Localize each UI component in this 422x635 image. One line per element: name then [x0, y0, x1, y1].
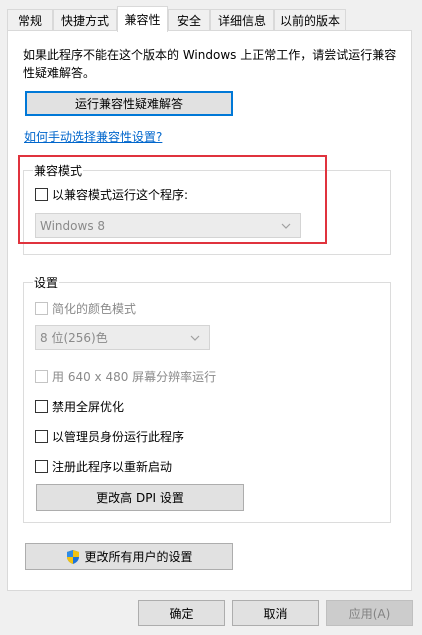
checkbox-box	[35, 430, 48, 443]
tab-details[interactable]: 详细信息	[210, 9, 274, 31]
change-dpi-button[interactable]: 更改高 DPI 设置	[36, 484, 244, 511]
tab-previous-versions[interactable]: 以前的版本	[274, 9, 346, 31]
tab-compatibility[interactable]: 兼容性	[117, 6, 168, 32]
button-label: 更改高 DPI 设置	[96, 491, 184, 505]
reduced-color-checkbox[interactable]: 简化的颜色模式	[35, 300, 136, 317]
tab-label: 兼容性	[124, 13, 161, 27]
checkbox-box	[35, 302, 48, 315]
register-restart-checkbox[interactable]: 注册此程序以重新启动	[35, 458, 172, 475]
disable-fullscreen-checkbox[interactable]: 禁用全屏优化	[35, 398, 124, 415]
select-value: 8 位(256)色	[40, 331, 108, 345]
res-640-checkbox[interactable]: 用 640 x 480 屏幕分辨率运行	[35, 368, 216, 385]
button-label: 应用(A)	[348, 606, 391, 621]
checkbox-box	[35, 370, 48, 383]
checkbox-box	[35, 400, 48, 413]
chevron-down-icon	[281, 223, 291, 229]
checkbox-label: 注册此程序以重新启动	[52, 460, 173, 474]
cancel-button[interactable]: 取消	[232, 600, 319, 626]
button-label: 取消	[263, 606, 288, 621]
button-label: 更改所有用户的设置	[84, 550, 193, 564]
tab-security[interactable]: 安全	[168, 9, 210, 31]
checkbox-label: 禁用全屏优化	[52, 400, 125, 414]
chevron-down-icon	[190, 335, 200, 341]
all-users-settings-button[interactable]: 更改所有用户的设置	[25, 543, 233, 570]
compat-description: 如果此程序不能在这个版本的 Windows 上正常工作，请尝试运行兼容性疑难解答…	[23, 48, 397, 80]
compat-os-select[interactable]: Windows 8	[35, 213, 301, 238]
checkbox-label: 简化的颜色模式	[52, 302, 137, 316]
ok-button[interactable]: 确定	[138, 600, 225, 626]
tab-label: 安全	[176, 14, 201, 28]
tab-label: 详细信息	[217, 14, 266, 28]
tab-label: 常规	[17, 14, 42, 28]
checkbox-label: 以管理员身份运行此程序	[52, 430, 185, 444]
run-as-admin-checkbox[interactable]: 以管理员身份运行此程序	[35, 428, 184, 445]
compat-mode-title: 兼容模式	[33, 162, 84, 179]
tab-general[interactable]: 常规	[7, 9, 53, 31]
manual-settings-link[interactable]: 如何手动选择兼容性设置?	[24, 128, 162, 145]
compat-mode-checkbox[interactable]: 以兼容模式运行这个程序:	[35, 186, 188, 203]
uac-shield-icon	[67, 549, 80, 564]
button-label: 确定	[169, 606, 194, 621]
checkbox-label: 以兼容模式运行这个程序:	[52, 188, 189, 202]
select-value: Windows 8	[40, 218, 106, 233]
settings-title: 设置	[33, 274, 60, 291]
run-troubleshooter-button[interactable]: 运行兼容性疑难解答	[25, 91, 233, 116]
tab-shortcut[interactable]: 快捷方式	[53, 9, 117, 31]
button-label: 运行兼容性疑难解答	[74, 97, 183, 111]
checkbox-box	[35, 188, 48, 201]
apply-button[interactable]: 应用(A)	[326, 600, 413, 626]
color-mode-select[interactable]: 8 位(256)色	[35, 325, 210, 350]
tab-label: 快捷方式	[60, 14, 109, 28]
checkbox-box	[35, 460, 48, 473]
tab-label: 以前的版本	[279, 14, 340, 28]
checkbox-label: 用 640 x 480 屏幕分辨率运行	[52, 370, 217, 384]
